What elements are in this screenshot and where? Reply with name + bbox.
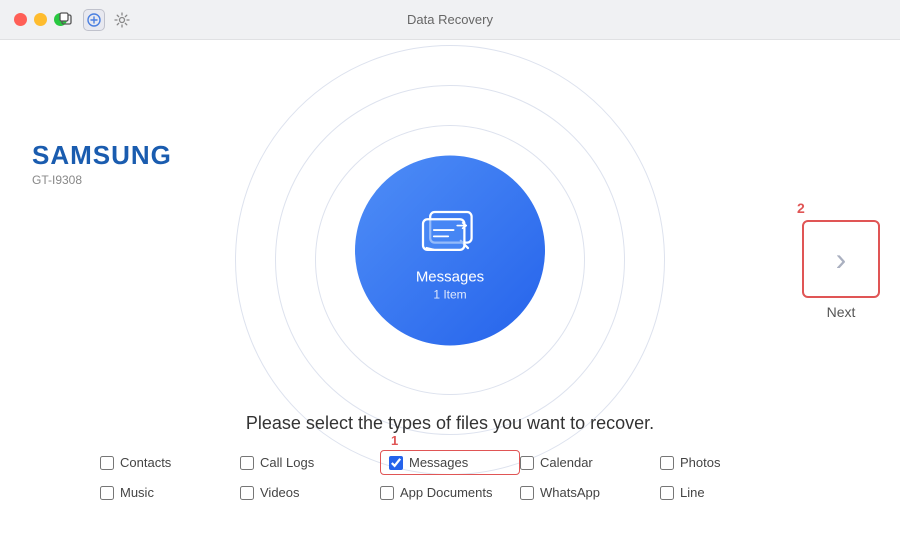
copy-icon[interactable] bbox=[55, 9, 77, 31]
minimize-button[interactable] bbox=[34, 13, 47, 26]
calendar-checkbox-item[interactable]: Calendar bbox=[520, 450, 660, 475]
whatsapp-checkbox[interactable] bbox=[520, 486, 534, 500]
next-label: Next bbox=[827, 304, 856, 320]
center-circle: Messages 1 Item bbox=[355, 156, 545, 346]
app-documents-checkbox-item[interactable]: App Documents bbox=[380, 485, 520, 500]
messages-icon bbox=[414, 200, 486, 260]
line-checkbox-item[interactable]: Line bbox=[660, 485, 800, 500]
prompt-text: Please select the types of files you wan… bbox=[246, 413, 654, 434]
settings-icon[interactable] bbox=[111, 9, 133, 31]
toolbar-icons bbox=[55, 9, 133, 31]
contacts-label: Contacts bbox=[120, 455, 171, 470]
main-content: SAMSUNG GT-I9308 Messages bbox=[0, 40, 900, 560]
next-button-container: 2 › Next bbox=[802, 220, 880, 320]
contacts-checkbox-item[interactable]: Contacts bbox=[100, 450, 240, 475]
chevron-right-icon: › bbox=[836, 241, 847, 278]
call-logs-checkbox[interactable] bbox=[240, 456, 254, 470]
photos-checkbox-item[interactable]: Photos bbox=[660, 450, 800, 475]
next-button[interactable]: › bbox=[802, 220, 880, 298]
step-number-next: 2 bbox=[797, 200, 805, 216]
device-model: GT-I9308 bbox=[32, 173, 172, 187]
photos-label: Photos bbox=[680, 455, 720, 470]
calendar-label: Calendar bbox=[540, 455, 593, 470]
close-button[interactable] bbox=[14, 13, 27, 26]
bottom-section: Please select the types of files you wan… bbox=[0, 413, 900, 500]
app-documents-label: App Documents bbox=[400, 485, 493, 500]
photos-checkbox[interactable] bbox=[660, 456, 674, 470]
music-checkbox[interactable] bbox=[100, 486, 114, 500]
messages-checkbox[interactable] bbox=[389, 456, 403, 470]
music-checkbox-item[interactable]: Music bbox=[100, 485, 240, 500]
messages-checkbox-item[interactable]: 1 Messages bbox=[380, 450, 520, 475]
circle-count: 1 Item bbox=[433, 287, 466, 301]
contacts-checkbox[interactable] bbox=[100, 456, 114, 470]
whatsapp-checkbox-item[interactable]: WhatsApp bbox=[520, 485, 660, 500]
circle-label: Messages bbox=[416, 268, 484, 285]
music-label: Music bbox=[120, 485, 154, 500]
whatsapp-label: WhatsApp bbox=[540, 485, 600, 500]
line-checkbox[interactable] bbox=[660, 486, 674, 500]
call-logs-label: Call Logs bbox=[260, 455, 314, 470]
app-documents-checkbox[interactable] bbox=[380, 486, 394, 500]
title-bar: Data Recovery bbox=[0, 0, 900, 40]
videos-checkbox-item[interactable]: Videos bbox=[240, 485, 380, 500]
call-logs-checkbox-item[interactable]: Call Logs bbox=[240, 450, 380, 475]
step-number-checkbox: 1 bbox=[391, 433, 398, 448]
videos-checkbox[interactable] bbox=[240, 486, 254, 500]
circles-visualization: Messages 1 Item bbox=[220, 70, 680, 450]
device-info: SAMSUNG GT-I9308 bbox=[32, 140, 172, 187]
videos-label: Videos bbox=[260, 485, 300, 500]
messages-label: Messages bbox=[409, 455, 468, 470]
line-label: Line bbox=[680, 485, 705, 500]
window-title: Data Recovery bbox=[407, 12, 493, 27]
calendar-checkbox[interactable] bbox=[520, 456, 534, 470]
recovery-icon[interactable] bbox=[83, 9, 105, 31]
device-brand: SAMSUNG bbox=[32, 140, 172, 171]
file-types-grid: Contacts Call Logs 1 Messages Calendar P… bbox=[100, 450, 800, 500]
